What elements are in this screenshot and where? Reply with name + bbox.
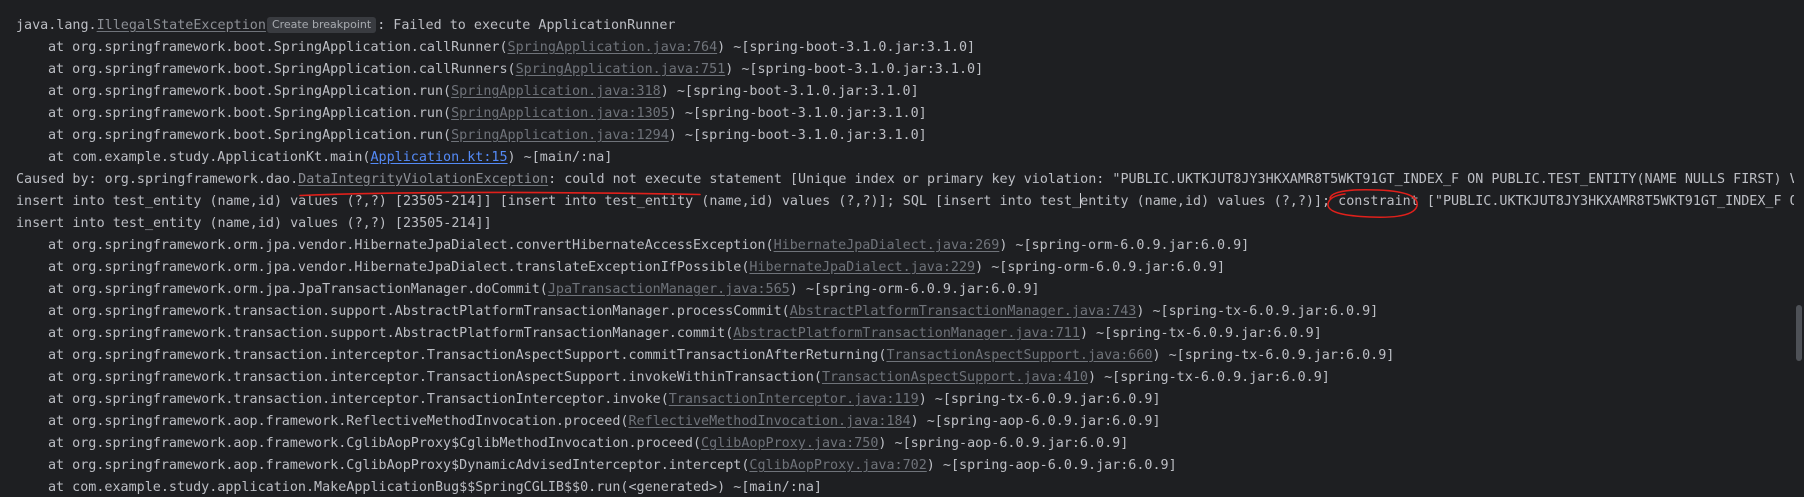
log-text: ) ~[spring-aop-6.0.9.jar:6.0.9] (910, 414, 1161, 429)
stack-frame-line: at org.springframework.boot.SpringApplic… (48, 125, 927, 147)
source-location-link[interactable]: JpaTransactionManager.java:565 (548, 282, 790, 297)
source-location-link[interactable]: SpringApplication.java:751 (516, 62, 726, 77)
log-text: : could not execute statement [Unique in… (548, 172, 1794, 187)
log-text: at org.springframework.boot.SpringApplic… (48, 106, 452, 121)
console-line: java.lang.IllegalStateException Create br… (16, 15, 675, 37)
stack-frame-line: at org.springframework.boot.SpringApplic… (48, 59, 983, 81)
log-text: at org.springframework.transaction.inter… (48, 392, 669, 407)
console-line: insert into test_entity (name,id) values… (16, 191, 1794, 213)
log-text: at org.springframework.boot.SpringApplic… (48, 62, 516, 77)
log-text: at org.springframework.orm.jpa.vendor.Hi… (48, 260, 750, 275)
source-location-link[interactable]: SpringApplication.java:1294 (451, 128, 669, 143)
log-text: java.lang. (16, 18, 97, 33)
stack-frame-line: at org.springframework.orm.jpa.JpaTransa… (48, 279, 1040, 301)
source-location-link[interactable]: SpringApplication.java:1305 (451, 106, 669, 121)
log-text: Caused by: org.springframework.dao. (16, 172, 299, 187)
log-text: ) ~[spring-tx-6.0.9.jar:6.0.9] (1136, 304, 1379, 319)
source-location-link[interactable]: TransactionAspectSupport.java:660 (886, 348, 1152, 363)
source-location-link[interactable]: CglibAopProxy.java:750 (701, 436, 878, 451)
log-text: insert into test_entity (name,id) values… (16, 216, 492, 231)
log-text: entity (name,id) values (?,?)]; constrai… (1080, 194, 1794, 209)
console-output[interactable]: java.lang.IllegalStateException Create br… (0, 0, 1794, 497)
log-text: at org.springframework.boot.SpringApplic… (48, 128, 452, 143)
stack-frame-line: at org.springframework.boot.SpringApplic… (48, 103, 927, 125)
stack-frame-line: at org.springframework.transaction.inter… (48, 389, 1161, 411)
exception-class-link[interactable]: DataIntegrityViolationException (298, 172, 548, 187)
vertical-scrollbar[interactable] (1794, 0, 1804, 497)
stack-frame-line: at org.springframework.orm.jpa.vendor.Hi… (48, 235, 1249, 257)
log-text: ) ~[spring-tx-6.0.9.jar:6.0.9] (1079, 326, 1322, 341)
log-text: ) ~[spring-orm-6.0.9.jar:6.0.9] (975, 260, 1226, 275)
stack-frame-line: at org.springframework.orm.jpa.vendor.Hi… (48, 257, 1225, 279)
log-text: at org.springframework.transaction.inter… (48, 370, 822, 385)
source-location-link[interactable]: TransactionAspectSupport.java:410 (822, 370, 1088, 385)
log-text: ) ~[spring-aop-6.0.9.jar:6.0.9] (878, 436, 1129, 451)
log-text: at org.springframework.transaction.suppo… (48, 326, 734, 341)
source-location-link[interactable]: CglibAopProxy.java:702 (749, 458, 926, 473)
source-location-link[interactable]: AbstractPlatformTransactionManager.java:… (790, 304, 1137, 319)
log-text: ) ~[spring-boot-3.1.0.jar:3.1.0] (725, 62, 984, 77)
source-location-link[interactable]: Application.kt:15 (370, 150, 507, 165)
log-text: at com.example.study.application.MakeApp… (48, 480, 822, 495)
source-location-link[interactable]: HibernateJpaDialect.java:229 (749, 260, 975, 275)
log-text: at org.springframework.orm.jpa.JpaTransa… (48, 282, 548, 297)
log-text: ) ~[spring-aop-6.0.9.jar:6.0.9] (926, 458, 1177, 473)
log-text: at org.springframework.aop.framework.Cgl… (48, 458, 750, 473)
log-text: at org.springframework.orm.jpa.vendor.Hi… (48, 238, 774, 253)
log-text: ) ~[spring-tx-6.0.9.jar:6.0.9] (1152, 348, 1395, 363)
stack-frame-line: at org.springframework.transaction.inter… (48, 345, 1394, 367)
stack-frame-line: at org.springframework.aop.framework.Ref… (48, 411, 1161, 433)
stack-frame-line: at org.springframework.boot.SpringApplic… (48, 37, 975, 59)
log-text: at org.springframework.boot.SpringApplic… (48, 40, 508, 55)
stack-frame-line: at org.springframework.aop.framework.Cgl… (48, 455, 1177, 477)
source-location-link[interactable]: SpringApplication.java:764 (508, 40, 718, 55)
stack-frame-line: at org.springframework.boot.SpringApplic… (48, 81, 919, 103)
log-text: ) ~[spring-tx-6.0.9.jar:6.0.9] (1087, 370, 1330, 385)
log-text: ) ~[spring-orm-6.0.9.jar:6.0.9] (789, 282, 1040, 297)
log-text: ) ~[spring-boot-3.1.0.jar:3.1.0] (660, 84, 919, 99)
console-line: insert into test_entity (name,id) values… (16, 213, 492, 235)
log-text: at com.example.study.ApplicationKt.main( (48, 150, 371, 165)
log-text: ) ~[spring-boot-3.1.0.jar:3.1.0] (668, 128, 927, 143)
stack-frame-line: at org.springframework.transaction.suppo… (48, 301, 1378, 323)
log-text: at org.springframework.transaction.suppo… (48, 304, 790, 319)
source-location-link[interactable]: AbstractPlatformTransactionManager.java:… (733, 326, 1080, 341)
source-location-link[interactable]: HibernateJpaDialect.java:269 (774, 238, 1000, 253)
log-text: at org.springframework.aop.framework.Cgl… (48, 436, 702, 451)
log-text: ) ~[spring-orm-6.0.9.jar:6.0.9] (999, 238, 1250, 253)
log-text: ) ~[spring-boot-3.1.0.jar:3.1.0] (668, 106, 927, 121)
stack-frame-line: at com.example.study.ApplicationKt.main(… (48, 147, 612, 169)
log-text: at org.springframework.boot.SpringApplic… (48, 84, 452, 99)
log-text: ) ~[spring-boot-3.1.0.jar:3.1.0] (717, 40, 976, 55)
exception-class-link[interactable]: IllegalStateException (97, 18, 266, 33)
source-location-link[interactable]: ReflectiveMethodInvocation.java:184 (628, 414, 910, 429)
stack-frame-line: at org.springframework.transaction.suppo… (48, 323, 1322, 345)
scrollbar-thumb[interactable] (1796, 305, 1802, 361)
stack-frame-line: at org.springframework.aop.framework.Cgl… (48, 433, 1128, 455)
log-text: ) ~[main/:na] (507, 150, 613, 165)
log-text: ) ~[spring-tx-6.0.9.jar:6.0.9] (918, 392, 1161, 407)
source-location-link[interactable]: TransactionInterceptor.java:119 (669, 392, 919, 407)
console-line: Caused by: org.springframework.dao.DataI… (16, 169, 1794, 191)
log-text: : Failed to execute ApplicationRunner (377, 18, 676, 33)
source-location-link[interactable]: SpringApplication.java:318 (451, 84, 661, 99)
create-breakpoint-hint[interactable]: Create breakpoint (266, 17, 377, 33)
log-text: at org.springframework.transaction.inter… (48, 348, 887, 363)
stack-frame-line: at com.example.study.application.MakeApp… (48, 477, 822, 497)
stack-frame-line: at org.springframework.transaction.inter… (48, 367, 1330, 389)
log-text: at org.springframework.aop.framework.Ref… (48, 414, 629, 429)
log-text: insert into test_entity (name,id) values… (16, 194, 1081, 209)
